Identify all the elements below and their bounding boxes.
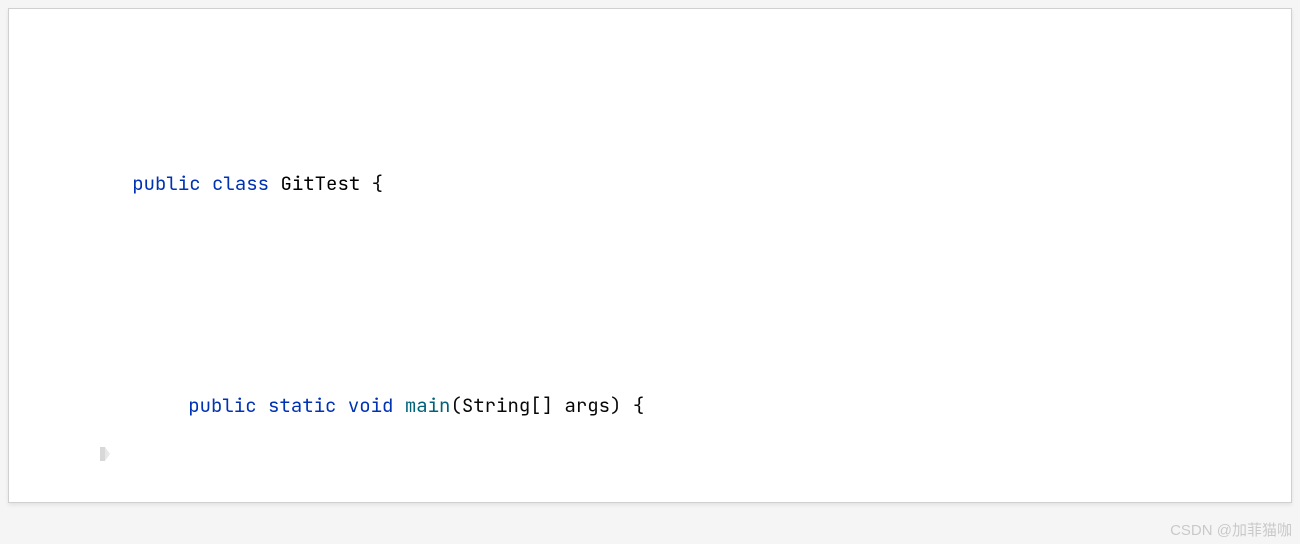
- class-name: GitTest: [280, 171, 360, 196]
- watermark-text: CSDN @加菲猫咖: [1170, 519, 1292, 540]
- code-editor[interactable]: public class GitTest { public static voi…: [8, 8, 1292, 503]
- code-line: public static void main(String[] args) {: [9, 350, 1291, 461]
- code-line: public class GitTest {: [9, 128, 1291, 239]
- keyword: class: [212, 171, 269, 196]
- keyword: public: [188, 393, 256, 418]
- fold-indicator-icon[interactable]: [9, 399, 19, 413]
- method-name: main: [405, 393, 451, 418]
- code-area: public class GitTest { public static voi…: [9, 9, 1291, 503]
- keyword: public: [132, 171, 200, 196]
- keyword: void: [348, 393, 394, 418]
- keyword: static: [268, 393, 336, 418]
